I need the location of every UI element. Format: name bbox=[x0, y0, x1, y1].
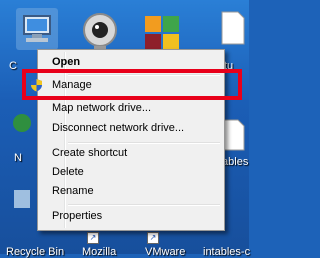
shortcut-arrow-icon: ↗ bbox=[87, 232, 99, 244]
menu-item-properties[interactable]: Properties bbox=[40, 206, 220, 226]
mozilla-label: Mozilla bbox=[82, 246, 117, 258]
document-label: tu bbox=[224, 60, 234, 72]
menu-item-open[interactable]: Open bbox=[40, 52, 220, 72]
recycle-bin-label: Recycle Bin bbox=[6, 246, 65, 258]
menu-item-label: Map network drive... bbox=[52, 102, 152, 114]
menu-item-label: Disconnect network drive... bbox=[52, 122, 185, 134]
menu-item-label: Create shortcut bbox=[52, 147, 128, 159]
menu-item-label: Rename bbox=[52, 185, 94, 197]
shortcut-icon[interactable] bbox=[12, 184, 32, 214]
uac-shield-icon bbox=[30, 78, 43, 92]
context-menu: Open Manage Map network drive... Disconn… bbox=[22, 49, 242, 231]
menu-item-map-network-drive[interactable]: Map network drive... bbox=[40, 98, 220, 118]
menu-item-rename[interactable]: Rename bbox=[40, 181, 220, 201]
menu-item-label: Delete bbox=[52, 166, 84, 178]
network-icon[interactable] bbox=[12, 108, 32, 138]
webcam-icon[interactable] bbox=[80, 10, 120, 54]
menu-item-delete[interactable]: Delete bbox=[40, 162, 220, 182]
applications-icon[interactable] bbox=[143, 14, 181, 52]
document-icon[interactable] bbox=[222, 118, 246, 152]
document-icon[interactable] bbox=[220, 10, 246, 46]
menu-item-label: Properties bbox=[52, 210, 103, 222]
desktop: C tu tables N ↗ ↗ Recycle Bin Mozilla VM… bbox=[0, 0, 250, 258]
menu-item-manage[interactable]: Manage bbox=[31, 75, 220, 95]
menu-item-label: Open bbox=[52, 56, 81, 68]
menu-item-disconnect-network-drive[interactable]: Disconnect network drive... bbox=[40, 118, 220, 138]
computer-label: C bbox=[9, 60, 17, 72]
computer-icon[interactable] bbox=[14, 6, 60, 52]
network-label: N bbox=[14, 152, 22, 164]
menu-item-create-shortcut[interactable]: Create shortcut bbox=[40, 143, 220, 163]
intables-label: intables-c bbox=[203, 246, 251, 258]
shortcut-arrow-icon: ↗ bbox=[147, 232, 159, 244]
menu-item-label: Manage bbox=[52, 79, 92, 91]
vmware-label: VMware bbox=[145, 246, 186, 258]
